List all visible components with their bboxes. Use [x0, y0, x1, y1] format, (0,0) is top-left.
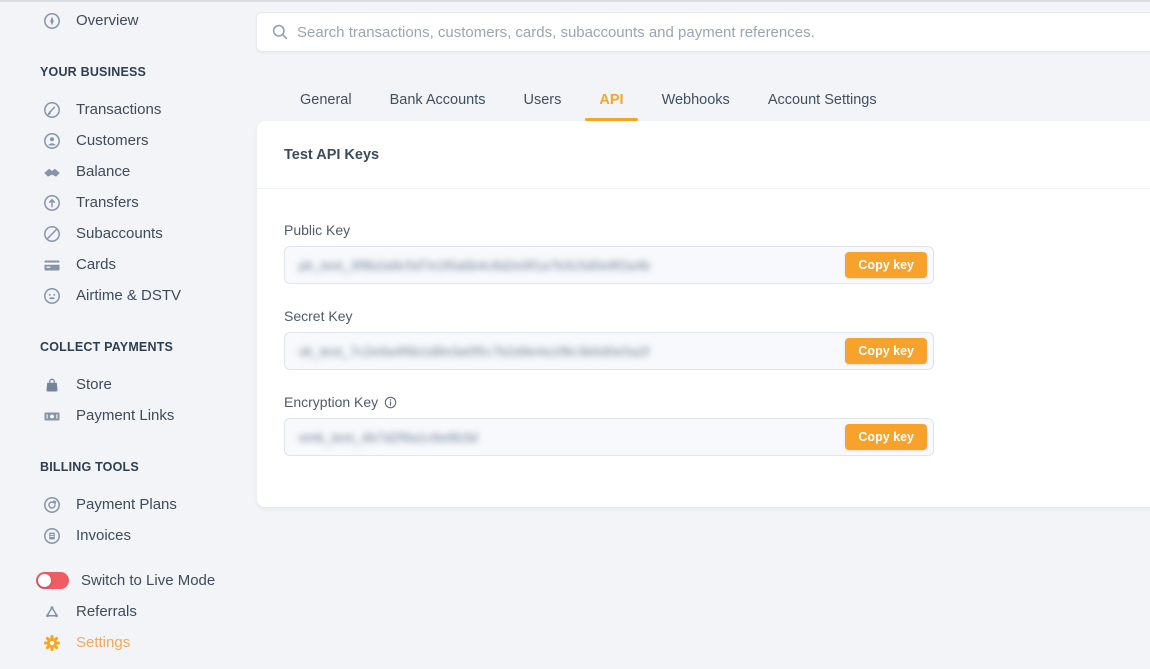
share-triangle-icon	[42, 602, 61, 621]
tab-users[interactable]: Users	[508, 80, 578, 121]
tab-bank-accounts[interactable]: Bank Accounts	[374, 80, 502, 121]
copy-encryption-key-button[interactable]: Copy key	[845, 424, 927, 450]
field-label-text: Encryption Key	[284, 394, 378, 410]
sidebar-item-label: Overview	[76, 12, 139, 29]
sidebar-item-settings[interactable]: Settings	[0, 627, 256, 658]
slash-circle-icon	[42, 224, 61, 243]
field-label-text: Secret Key	[284, 308, 352, 324]
handshake-icon	[42, 162, 61, 181]
info-icon[interactable]	[384, 396, 397, 409]
sidebar-item-label: Referrals	[76, 603, 137, 620]
main-content: General Bank Accounts Users API Webhooks…	[256, 2, 1150, 669]
live-mode-toggle-row[interactable]: Switch to Live Mode	[0, 565, 256, 596]
sidebar-item-label: Settings	[76, 634, 130, 651]
field-label-text: Public Key	[284, 222, 350, 238]
pen-circle-icon	[42, 100, 61, 119]
sidebar-item-label: Subaccounts	[76, 225, 163, 242]
sidebar-item-store[interactable]: Store	[0, 369, 256, 400]
tab-account-settings[interactable]: Account Settings	[752, 80, 893, 121]
encryption-key-field: Encryption Key emk_test_4b7d2f9a1c6e8b3d…	[284, 394, 934, 456]
gauge-icon	[42, 11, 61, 30]
toggle-knob	[38, 574, 51, 587]
sidebar-item-invoices[interactable]: Invoices	[0, 520, 256, 551]
sidebar-item-label: Customers	[76, 132, 149, 149]
public-key-value-blurred: pk_test_3f8b2a9c5d7e1f0a6b4c8d2e9f1a7b3c…	[299, 258, 650, 273]
sidebar-item-balance[interactable]: Balance	[0, 156, 256, 187]
sidebar-item-payment-links[interactable]: Payment Links	[0, 400, 256, 431]
search-input[interactable]	[297, 24, 1150, 41]
sidebar-item-label: Invoices	[76, 527, 131, 544]
secret-key-box[interactable]: sk_test_7c2e9a4f6b1d8e3a0f5c7b2d9e4a1f8c…	[284, 332, 934, 370]
sidebar-item-label: Airtime & DSTV	[76, 287, 181, 304]
api-keys-panel: Test API Keys Public Key pk_test_3f8b2a9…	[257, 121, 1150, 507]
sidebar-item-payment-plans[interactable]: Payment Plans	[0, 489, 256, 520]
encryption-key-value-blurred: emk_test_4b7d2f9a1c6e8b3d	[299, 430, 478, 445]
sidebar-item-subaccounts[interactable]: Subaccounts	[0, 218, 256, 249]
public-key-label: Public Key	[284, 222, 934, 238]
sidebar-item-label: Payment Links	[76, 407, 174, 424]
sidebar-section-collect-payments: COLLECT PAYMENTS	[0, 338, 256, 356]
sidebar-item-referrals[interactable]: Referrals	[0, 596, 256, 627]
secret-key-field: Secret Key sk_test_7c2e9a4f6b1d8e3a0f5c7…	[284, 308, 934, 370]
copy-public-key-button[interactable]: Copy key	[845, 252, 927, 278]
sidebar-item-label: Cards	[76, 256, 116, 273]
sidebar-item-label: Store	[76, 376, 112, 393]
encryption-key-label: Encryption Key	[284, 394, 934, 410]
refresh-circle-icon	[42, 495, 61, 514]
sidebar-section-billing-tools: BILLING TOOLS	[0, 458, 256, 476]
secret-key-value-blurred: sk_test_7c2e9a4f6b1d8e3a0f5c7b2d9e4a1f8c…	[299, 344, 649, 359]
face-circle-icon	[42, 286, 61, 305]
sidebar: Overview YOUR BUSINESS Transactions Cust…	[0, 2, 256, 669]
credit-card-icon	[42, 255, 61, 274]
sidebar-item-label: Transactions	[76, 101, 161, 118]
sidebar-item-customers[interactable]: Customers	[0, 125, 256, 156]
sidebar-item-label: Payment Plans	[76, 496, 177, 513]
sidebar-item-airtime-dstv[interactable]: Airtime & DSTV	[0, 280, 256, 311]
tab-webhooks[interactable]: Webhooks	[646, 80, 746, 121]
person-circle-icon	[42, 131, 61, 150]
encryption-key-box[interactable]: emk_test_4b7d2f9a1c6e8b3d Copy key	[284, 418, 934, 456]
gear-icon	[42, 633, 61, 652]
sidebar-item-overview[interactable]: Overview	[0, 5, 256, 36]
sidebar-section-your-business: YOUR BUSINESS	[0, 63, 256, 81]
sidebar-item-label: Balance	[76, 163, 130, 180]
live-mode-label: Switch to Live Mode	[81, 572, 215, 589]
tab-general[interactable]: General	[284, 80, 368, 121]
sidebar-item-label: Transfers	[76, 194, 139, 211]
sidebar-item-transfers[interactable]: Transfers	[0, 187, 256, 218]
settings-tabs: General Bank Accounts Users API Webhooks…	[284, 80, 893, 121]
sidebar-item-cards[interactable]: Cards	[0, 249, 256, 280]
sidebar-item-transactions[interactable]: Transactions	[0, 94, 256, 125]
copy-secret-key-button[interactable]: Copy key	[845, 338, 927, 364]
tab-api[interactable]: API	[583, 80, 639, 121]
public-key-box[interactable]: pk_test_3f8b2a9c5d7e1f0a6b4c8d2e9f1a7b3c…	[284, 246, 934, 284]
shopping-bag-icon	[42, 375, 61, 394]
toggle-off-icon[interactable]	[36, 572, 69, 589]
invoice-circle-icon	[42, 526, 61, 545]
arrow-up-circle-icon	[42, 193, 61, 212]
banknote-icon	[42, 406, 61, 425]
search-icon	[271, 23, 289, 41]
panel-title: Test API Keys	[257, 121, 1150, 189]
public-key-field: Public Key pk_test_3f8b2a9c5d7e1f0a6b4c8…	[284, 222, 934, 284]
global-search-bar[interactable]	[256, 12, 1150, 52]
secret-key-label: Secret Key	[284, 308, 934, 324]
